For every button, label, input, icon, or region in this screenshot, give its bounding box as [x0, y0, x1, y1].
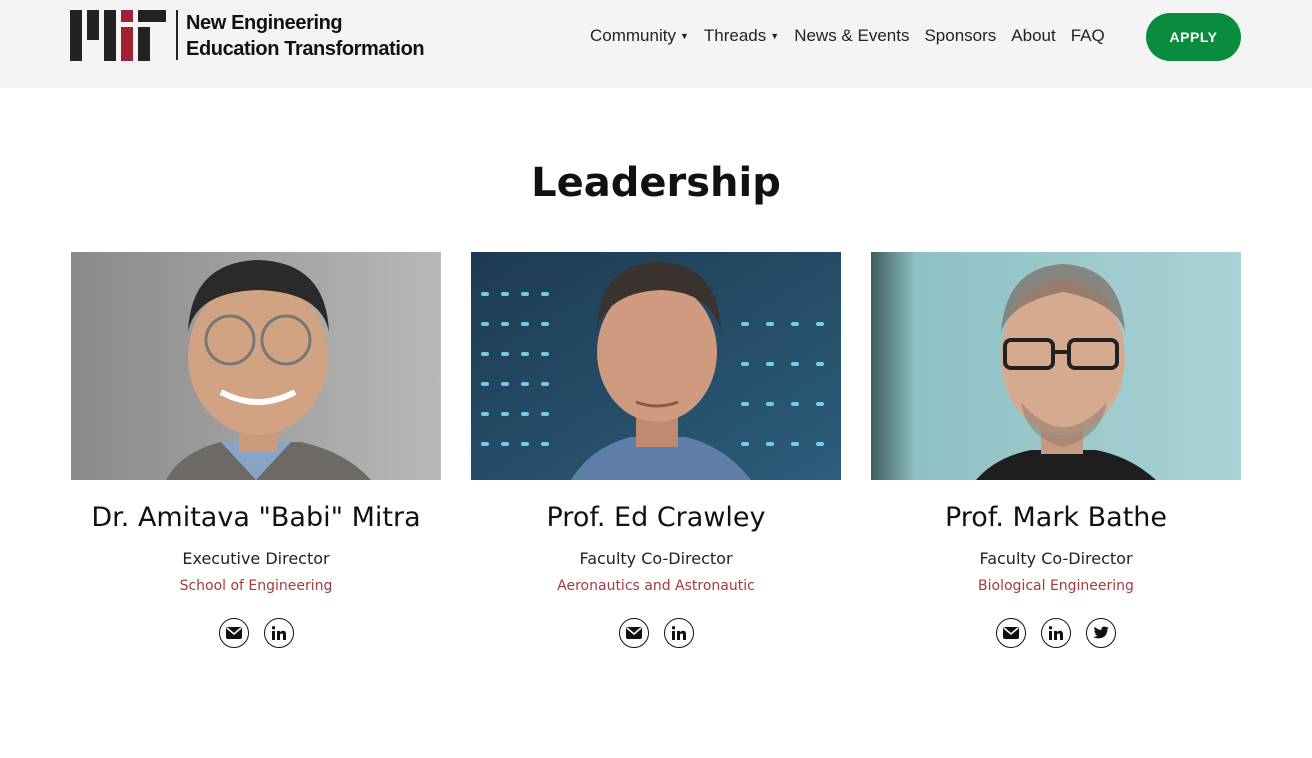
leader-photo — [471, 252, 841, 480]
twitter-icon[interactable] — [1086, 618, 1116, 648]
leader-card: Dr. Amitava "Babi" Mitra Executive Direc… — [71, 252, 441, 648]
leader-department[interactable]: Aeronautics and Astronautic — [471, 578, 841, 594]
nav-news-events[interactable]: News & Events — [794, 26, 909, 46]
linkedin-icon[interactable] — [263, 618, 294, 648]
email-icon[interactable] — [996, 618, 1026, 648]
nav-sponsors[interactable]: Sponsors — [924, 26, 996, 46]
leader-role: Faculty Co-Director — [579, 549, 733, 568]
mit-logo[interactable]: New Engineering Education Transformation — [70, 10, 430, 62]
nav-about[interactable]: About — [1011, 26, 1055, 46]
section-title: Leadership — [531, 160, 781, 206]
nav-threads[interactable]: Threads ▼ — [704, 26, 779, 46]
logo-line-1: New Engineering — [186, 12, 343, 34]
caret-down-icon: ▼ — [770, 31, 780, 41]
nav-threads-label: Threads — [703, 26, 767, 45]
leader-name: Prof. Mark Bathe — [944, 502, 1168, 533]
leader-name: Dr. Amitava "Babi" Mitra — [91, 502, 421, 533]
logo-line-2: Education Transformation — [186, 38, 425, 60]
nav-community[interactable]: Community ▼ — [590, 26, 689, 46]
mit-logo-mark — [70, 10, 168, 61]
linkedin-icon[interactable] — [1041, 618, 1071, 648]
social-links — [71, 618, 441, 648]
leader-photo — [71, 252, 441, 480]
leader-department[interactable]: School of Engineering — [71, 578, 441, 594]
leader-card: Prof. Ed Crawley Faculty Co-Director Aer… — [471, 252, 841, 648]
apply-button[interactable]: APPLY — [1146, 13, 1241, 61]
leader-card: Prof. Mark Bathe Faculty Co-Director Bio… — [871, 252, 1241, 648]
linkedin-icon[interactable] — [663, 618, 694, 648]
email-icon[interactable] — [618, 618, 649, 648]
nav-community-label: Community — [590, 26, 676, 45]
nav-faq[interactable]: FAQ — [1071, 26, 1105, 46]
social-links — [871, 618, 1241, 648]
logo-text: New Engineering Education Transformation — [186, 10, 425, 62]
leader-name: Prof. Ed Crawley — [546, 502, 766, 533]
main-nav: Community ▼ Threads ▼ News & Events Spon… — [590, 22, 1120, 50]
site-header: New Engineering Education Transformation… — [0, 0, 1312, 88]
social-links — [471, 618, 841, 648]
email-icon[interactable] — [218, 618, 249, 648]
caret-down-icon: ▼ — [679, 31, 689, 41]
leader-role: Faculty Co-Director — [979, 549, 1133, 568]
leader-role: Executive Director — [182, 549, 330, 568]
logo-divider — [176, 10, 178, 60]
leader-photo — [871, 252, 1241, 480]
leader-department[interactable]: Biological Engineering — [871, 578, 1241, 594]
